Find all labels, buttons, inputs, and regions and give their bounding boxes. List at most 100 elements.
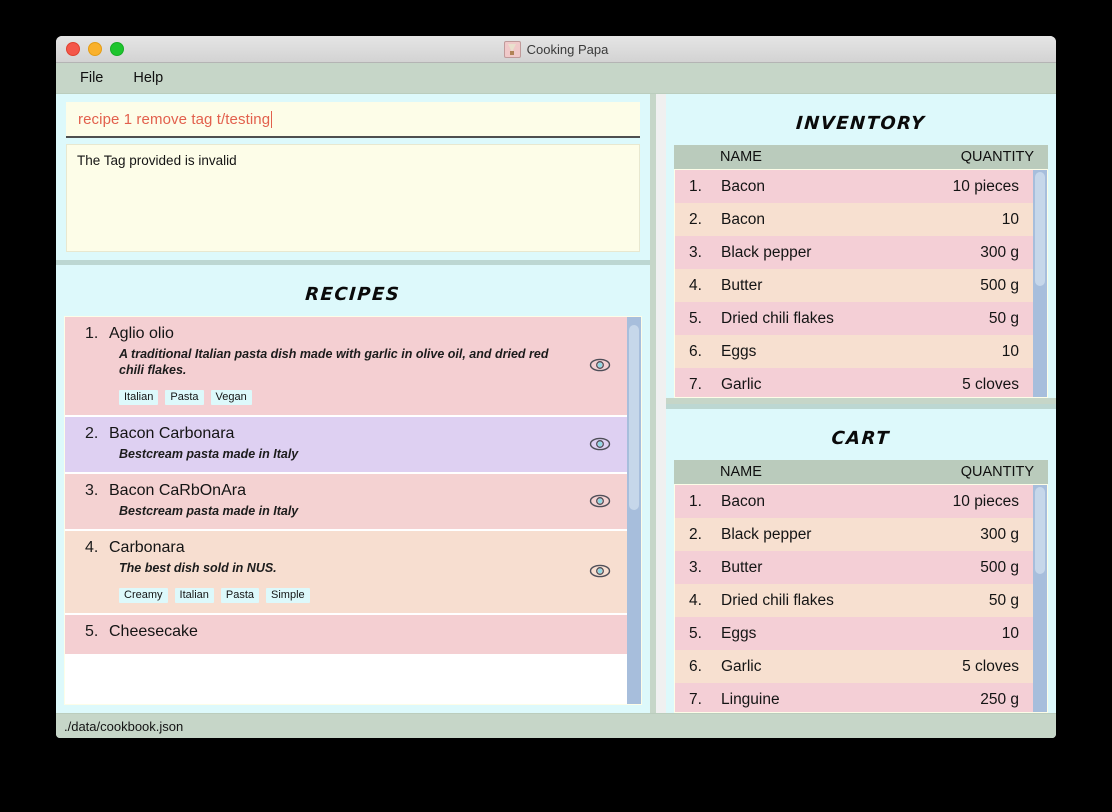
view-recipe-button[interactable]	[583, 436, 617, 452]
recipes-panel: Recipes 1. Aglio olio A traditional Italia…	[56, 260, 650, 713]
recipe-tag: Pasta	[165, 390, 204, 405]
command-area: recipe 1 remove tag t/testing	[56, 94, 650, 138]
inventory-panel: Inventory NAME QUANTITY 1. Bacon 10 pieces…	[666, 94, 1056, 404]
inventory-row-index: 7.	[689, 375, 702, 393]
status-bar: ./data/cookbook.json	[56, 713, 1056, 738]
cart-table-header: NAME QUANTITY	[674, 460, 1048, 484]
recipe-name: Carbonara	[109, 539, 185, 556]
menu-item-help[interactable]: Help	[121, 67, 175, 89]
inventory-row[interactable]: 1. Bacon 10 pieces	[675, 170, 1033, 203]
recipe-tag-list: Creamy Italian Pasta Simple	[109, 588, 575, 603]
cart-col-name: NAME	[720, 464, 762, 480]
inventory-row-index: 4.	[689, 276, 702, 294]
recipe-list-item[interactable]: 3. Bacon CaRbOnAra Bestcream pasta made in…	[65, 474, 627, 531]
recipe-content: Carbonara The best dish sold in NUS. Cream…	[109, 539, 583, 603]
inventory-row-name: Bacon	[721, 177, 765, 195]
cart-row-quantity: 250 g	[980, 690, 1019, 708]
inventory-row-quantity: 50 g	[988, 309, 1019, 327]
cart-row-name: Linguine	[721, 690, 780, 708]
inventory-row-name: Black pepper	[721, 243, 812, 261]
eye-icon	[589, 564, 611, 578]
inventory-row[interactable]: 4. Butter 500 g	[675, 269, 1033, 302]
cart-row-index: 7.	[689, 690, 702, 708]
cart-row[interactable]: 4. Dried chili flakes 50 g	[675, 584, 1033, 617]
recipe-list-scroll-thumb[interactable]	[629, 324, 639, 511]
view-recipe-button[interactable]	[583, 493, 617, 509]
cart-row-quantity: 50 g	[988, 591, 1019, 609]
inventory-row[interactable]: 6. Eggs 10	[675, 335, 1033, 368]
view-recipe-button[interactable]	[583, 563, 617, 579]
recipe-list-viewport: 1. Aglio olio A traditional Italian pasta …	[64, 316, 642, 705]
inventory-row-index: 2.	[689, 210, 702, 228]
cart-row-name: Eggs	[721, 624, 757, 642]
inventory-list: 1. Bacon 10 pieces 2. Bacon 10 3. Black pepper 3…	[675, 170, 1033, 397]
recipe-tag-list: Italian Pasta Vegan	[109, 390, 575, 405]
result-display: The Tag provided is invalid	[66, 144, 640, 252]
cart-scroll-thumb[interactable]	[1035, 487, 1045, 574]
cart-row-quantity: 500 g	[980, 558, 1019, 576]
cart-row[interactable]: 5. Eggs 10	[675, 617, 1033, 650]
menu-item-file[interactable]: File	[68, 67, 115, 89]
inventory-scroll-thumb[interactable]	[1035, 172, 1045, 286]
inventory-table-header: NAME QUANTITY	[674, 145, 1048, 169]
cart-row[interactable]: 3. Butter 500 g	[675, 551, 1033, 584]
cart-scrollbar[interactable]	[1033, 485, 1047, 712]
cart-row-index: 3.	[689, 558, 702, 576]
command-input-value: recipe 1 remove tag t/testing	[78, 110, 271, 128]
inventory-row-quantity: 5 cloves	[962, 375, 1019, 393]
inventory-row-name: Bacon	[721, 210, 765, 228]
eye-icon	[589, 437, 611, 450]
recipe-tag: Creamy	[119, 588, 168, 603]
inventory-row[interactable]: 3. Black pepper 300 g	[675, 236, 1033, 269]
inventory-row[interactable]: 5. Dried chili flakes 50 g	[675, 302, 1033, 335]
recipe-list-item[interactable]: 2. Bacon Carbonara Bestcream pasta made in…	[65, 416, 627, 475]
cart-row[interactable]: 7. Linguine 250 g	[675, 683, 1033, 712]
recipe-index: 3.	[85, 482, 99, 499]
recipe-name: Cheesecake	[109, 623, 198, 640]
recipe-tag: Simple	[266, 588, 310, 603]
command-input[interactable]: recipe 1 remove tag t/testing	[66, 102, 640, 138]
inventory-col-quantity: QUANTITY	[960, 149, 1034, 165]
eye-icon	[589, 494, 611, 507]
recipe-list-scrollbar[interactable]	[627, 317, 641, 704]
inventory-row[interactable]: 7. Garlic 5 cloves	[675, 368, 1033, 397]
recipe-description: Bestcream pasta made in Italy	[119, 504, 299, 518]
close-button[interactable]	[66, 42, 80, 56]
window-controls	[56, 42, 124, 56]
inventory-row[interactable]: 2. Bacon 10	[675, 203, 1033, 236]
window-title: Cooking Papa	[526, 41, 609, 57]
recipe-list-item[interactable]: 4. Carbonara The best dish sold in NUS. Cre…	[65, 531, 627, 615]
recipe-description: The best dish sold in NUS.	[119, 561, 277, 575]
inventory-scrollbar[interactable]	[1033, 170, 1047, 397]
cart-row[interactable]: 6. Garlic 5 cloves	[675, 650, 1033, 683]
recipe-tag: Italian	[174, 588, 214, 603]
window-body: recipe 1 remove tag t/testing The Tag pr…	[56, 94, 1056, 713]
zoom-button[interactable]	[110, 42, 124, 56]
cart-row-index: 5.	[689, 624, 702, 642]
app-window: Cooking Papa File Help recipe 1 remove t…	[56, 36, 1056, 738]
inventory-row-quantity: 10	[1001, 210, 1019, 228]
cooking-pot-icon	[503, 40, 521, 58]
cart-list: 1. Bacon 10 pieces 2. Black pepper 300 g 3. But…	[675, 485, 1033, 712]
cart-row[interactable]: 2. Black pepper 300 g	[675, 518, 1033, 551]
view-recipe-button[interactable]	[583, 357, 617, 373]
recipe-tag: Pasta	[220, 588, 260, 603]
title-center-group: Cooking Papa	[56, 40, 1056, 58]
recipe-content: Cheesecake	[109, 623, 583, 644]
right-column: Inventory NAME QUANTITY 1. Bacon 10 pieces…	[656, 94, 1056, 713]
inventory-row-quantity: 10	[1001, 342, 1019, 360]
menu-bar: File Help	[56, 63, 1056, 94]
cart-panel: Cart NAME QUANTITY 1. Bacon 10 pieces 2. Bla…	[666, 404, 1056, 713]
text-caret	[271, 110, 273, 128]
recipe-list-item[interactable]: 5. Cheesecake	[65, 615, 627, 656]
minimize-button[interactable]	[88, 42, 102, 56]
cart-row-quantity: 5 cloves	[962, 657, 1019, 675]
recipe-list-item[interactable]: 1. Aglio olio A traditional Italian pasta …	[65, 317, 627, 417]
recipe-name: Bacon CaRbOnAra	[109, 482, 246, 499]
result-area: The Tag provided is invalid	[56, 138, 650, 260]
cart-row[interactable]: 1. Bacon 10 pieces	[675, 485, 1033, 518]
inventory-row-index: 5.	[689, 309, 702, 327]
recipe-content: Aglio olio A traditional Italian pasta di…	[109, 325, 583, 405]
cart-row-index: 1.	[689, 492, 702, 510]
eye-icon	[589, 358, 611, 372]
